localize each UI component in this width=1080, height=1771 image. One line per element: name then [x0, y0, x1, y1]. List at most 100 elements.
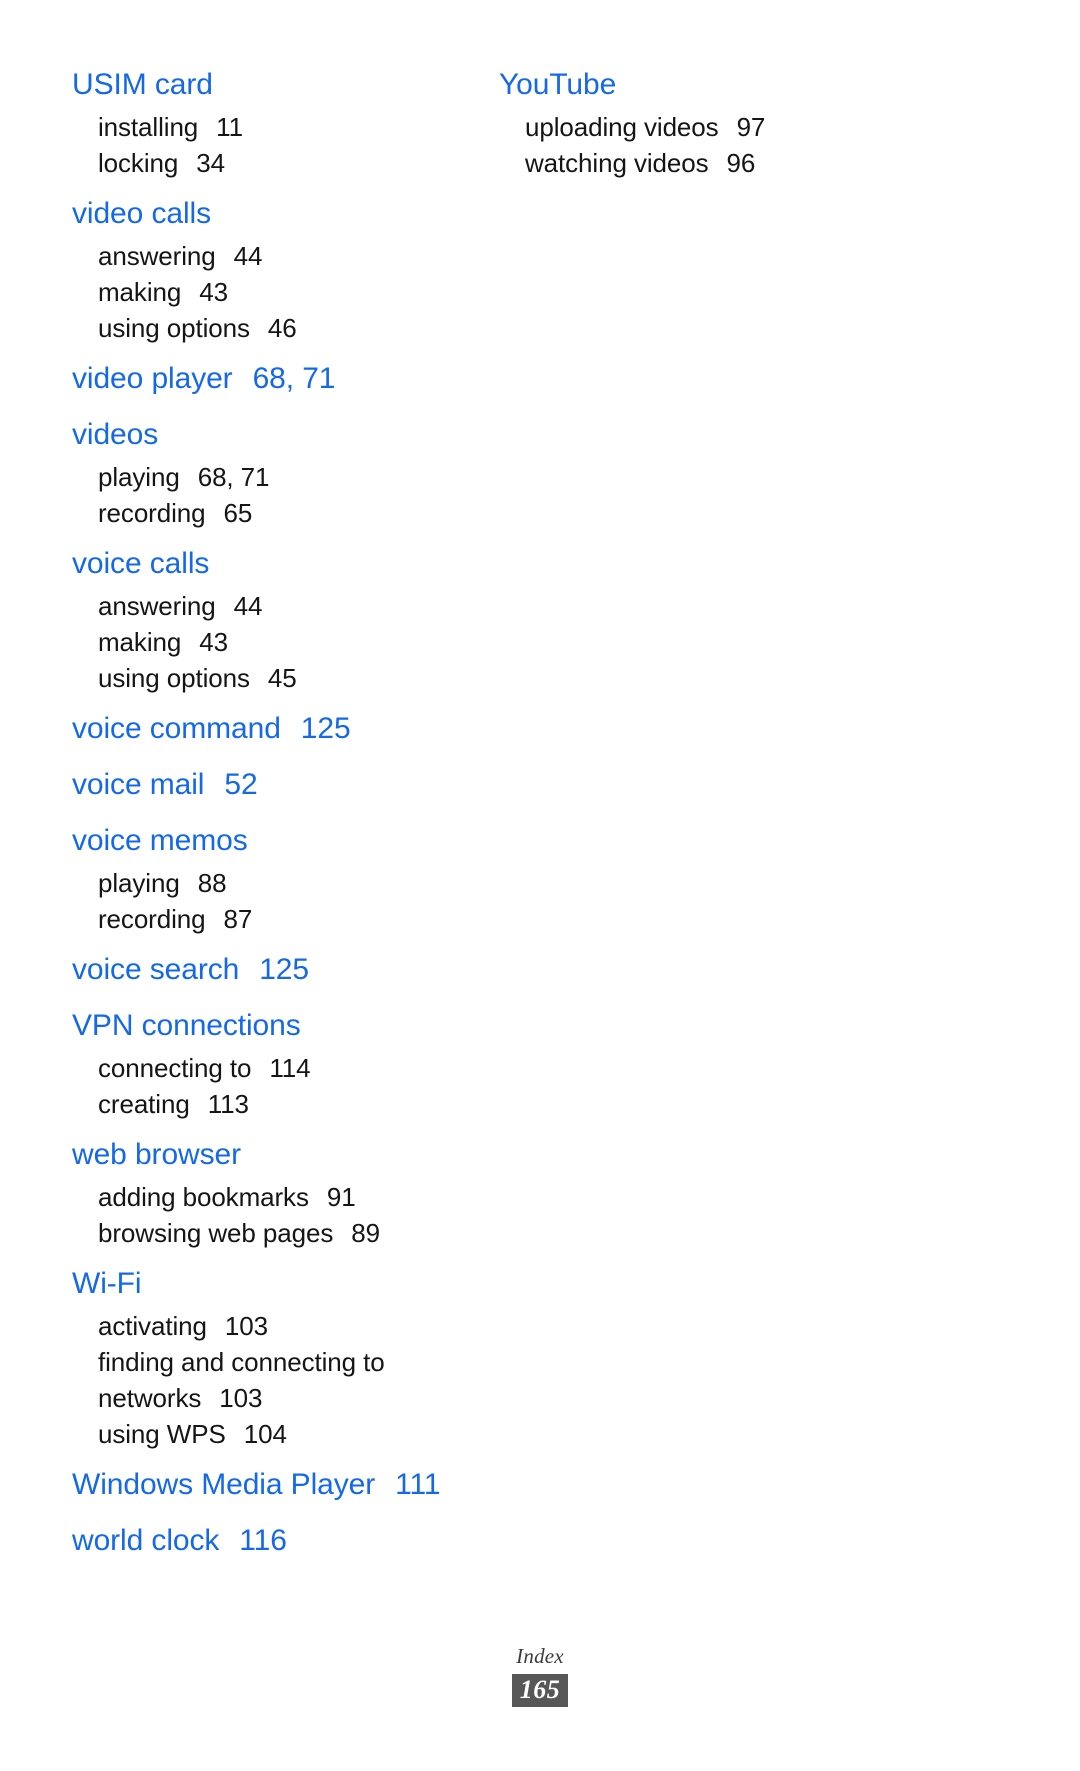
index-subentry-pages: 113: [207, 1089, 249, 1119]
index-subentry-label: connecting to: [98, 1053, 252, 1083]
index-subentry[interactable]: installing 11: [72, 109, 499, 145]
index-heading-label: VPN connections: [72, 1009, 301, 1042]
index-subentry-label: using options: [98, 663, 250, 693]
index-subentry-pages: 43: [199, 627, 228, 657]
index-subentry-pages: 87: [223, 904, 253, 934]
index-subentry[interactable]: watching videos 96: [499, 145, 926, 181]
index-heading-label: video calls: [72, 197, 211, 230]
index-subentry-list: uploading videos 97 watching videos 96: [499, 109, 926, 181]
index-subentry-label: watching videos: [525, 148, 709, 178]
index-group: voice mail 52: [72, 762, 499, 808]
index-subentry[interactable]: locking 34: [72, 145, 499, 181]
index-heading[interactable]: USIM card: [72, 62, 499, 108]
index-subentry[interactable]: answering 44: [72, 238, 499, 274]
index-column-left: USIM card installing 11 locking 34 video call…: [72, 62, 499, 1564]
index-subentry-list: adding bookmarks 91 browsing web pages 89: [72, 1179, 499, 1251]
index-subentry[interactable]: using WPS 104: [72, 1416, 499, 1452]
index-subentry-label: answering: [98, 241, 216, 271]
index-subentry-pages: 89: [351, 1218, 380, 1248]
index-group: videos playing 68, 71 recording 65: [72, 412, 499, 531]
index-heading[interactable]: voice memos: [72, 818, 499, 864]
index-heading-pages: 52: [224, 768, 258, 801]
index-subentry-pages: 104: [243, 1419, 287, 1449]
index-subentry[interactable]: answering 44: [72, 588, 499, 624]
index-group: world clock 116: [72, 1518, 499, 1564]
index-heading-label: Wi-Fi: [72, 1267, 142, 1300]
index-group: voice command 125: [72, 706, 499, 752]
index-heading-pages: 111: [395, 1468, 441, 1501]
index-subentry[interactable]: finding and connecting to networks 103: [72, 1344, 499, 1416]
index-heading[interactable]: YouTube: [499, 62, 926, 108]
index-heading[interactable]: videos: [72, 412, 499, 458]
index-group: Windows Media Player 111: [72, 1462, 499, 1508]
index-heading-pages: 116: [239, 1524, 287, 1557]
index-column-right: YouTube uploading videos 97 watching videos…: [499, 62, 926, 181]
index-subentry[interactable]: using options 45: [72, 660, 499, 696]
index-heading-label: world clock: [72, 1524, 220, 1557]
index-heading[interactable]: web browser: [72, 1132, 499, 1178]
index-heading[interactable]: voice mail 52: [72, 762, 499, 808]
index-subentry[interactable]: recording 65: [72, 495, 499, 531]
index-heading-label: Windows Media Player: [72, 1468, 376, 1501]
index-subentry-label: installing: [98, 112, 199, 142]
index-subentry[interactable]: creating 113: [72, 1086, 499, 1122]
index-subentry[interactable]: recording 87: [72, 901, 499, 937]
index-heading-label: voice command: [72, 712, 281, 745]
index-heading[interactable]: world clock 116: [72, 1518, 499, 1564]
page-footer: Index 165: [0, 1643, 1080, 1707]
index-subentry-list: connecting to 114 creating 113: [72, 1050, 499, 1122]
index-subentry-label: making: [98, 277, 182, 307]
index-subentry-pages: 43: [199, 277, 228, 307]
index-group: voice memos playing 88 recording 87: [72, 818, 499, 937]
index-subentry-label: using options: [98, 313, 250, 343]
index-heading[interactable]: VPN connections: [72, 1003, 499, 1049]
index-subentry-label: playing: [98, 868, 180, 898]
index-subentry[interactable]: making 43: [72, 624, 499, 660]
footer-badge-row: 165: [0, 1674, 1080, 1707]
index-heading-label: voice search: [72, 953, 240, 986]
index-heading-label: video player: [72, 362, 233, 395]
index-heading-label: voice mail: [72, 768, 205, 801]
index-subentry-list: activating 103 finding and connecting to n…: [72, 1308, 499, 1452]
index-group: YouTube uploading videos 97 watching videos…: [499, 62, 926, 181]
index-heading[interactable]: Wi-Fi: [72, 1261, 499, 1307]
index-heading[interactable]: Windows Media Player 111: [72, 1462, 499, 1508]
index-subentry[interactable]: playing 88: [72, 865, 499, 901]
index-subentry[interactable]: using options 46: [72, 310, 499, 346]
index-subentry-label: locking: [98, 148, 179, 178]
index-heading-pages: 125: [300, 712, 351, 745]
index-heading[interactable]: video calls: [72, 191, 499, 237]
index-group: video player 68, 71: [72, 356, 499, 402]
index-subentry[interactable]: connecting to 114: [72, 1050, 499, 1086]
index-subentry-pages: 68, 71: [197, 462, 270, 492]
index-heading-label: web browser: [72, 1138, 241, 1171]
index-subentry-pages: 96: [726, 148, 756, 178]
index-subentry[interactable]: adding bookmarks 91: [72, 1179, 499, 1215]
index-heading-pages: 68, 71: [252, 362, 336, 395]
index-heading[interactable]: voice search 125: [72, 947, 499, 993]
footer-section-label: Index: [516, 1644, 564, 1668]
index-subentry-label: playing: [98, 462, 180, 492]
index-subentry[interactable]: browsing web pages 89: [72, 1215, 499, 1251]
index-subentry[interactable]: activating 103: [72, 1308, 499, 1344]
index-group: VPN connections connecting to 114 creating 1…: [72, 1003, 499, 1122]
index-subentry-list: answering 44 making 43 using options 45: [72, 588, 499, 696]
index-group: video calls answering 44 making 43 using opti…: [72, 191, 499, 346]
index-heading[interactable]: video player 68, 71: [72, 356, 499, 402]
index-subentry-list: playing 88 recording 87: [72, 865, 499, 937]
index-group: voice search 125: [72, 947, 499, 993]
index-subentry[interactable]: uploading videos 97: [499, 109, 926, 145]
index-subentry-list: playing 68, 71 recording 65: [72, 459, 499, 531]
index-heading[interactable]: voice calls: [72, 541, 499, 587]
index-subentry[interactable]: making 43: [72, 274, 499, 310]
index-subentry-pages: 44: [233, 591, 263, 621]
index-subentry-pages: 114: [269, 1053, 311, 1083]
index-group: web browser adding bookmarks 91 browsing we…: [72, 1132, 499, 1251]
index-subentry-label: using WPS: [98, 1419, 226, 1449]
index-subentry-pages: 34: [196, 148, 225, 178]
index-subentry[interactable]: playing 68, 71: [72, 459, 499, 495]
index-subentry-pages: 97: [736, 112, 766, 142]
index-subentry-pages: 88: [197, 868, 227, 898]
index-subentry-label: making: [98, 627, 182, 657]
index-heading[interactable]: voice command 125: [72, 706, 499, 752]
